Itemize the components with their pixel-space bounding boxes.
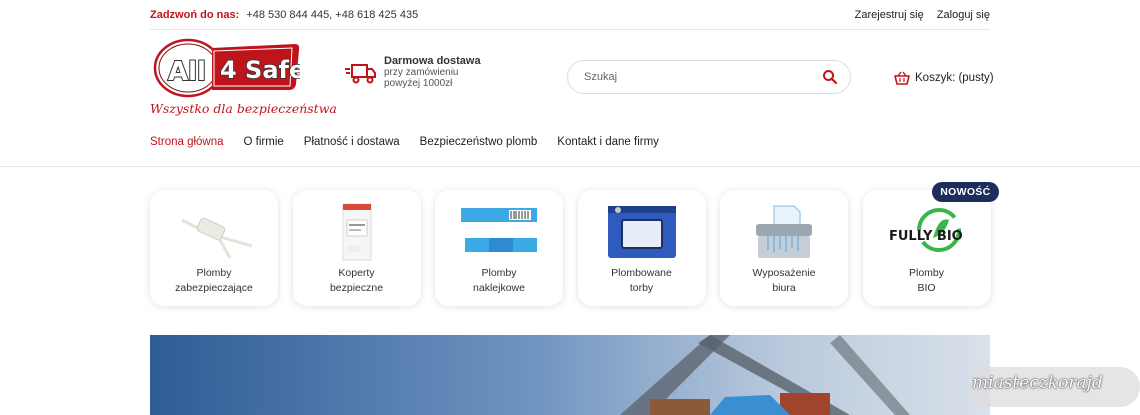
logo-tagline: Wszystko dla bezpieczeństwa [150,101,337,116]
category-security-seals[interactable]: Plomby zabezpieczające [150,190,278,306]
category-tiles: Plomby zabezpieczające Koperty bezpieczn… [150,182,1005,306]
logo-left-text: All [168,57,206,87]
category-label-line2: torby [629,282,654,294]
main-nav: Strona główna O firmie Płatność i dostaw… [150,136,679,148]
category-security-envelopes[interactable]: Koperty bezpieczne [292,190,421,306]
hero-banner-image [150,335,990,415]
free-delivery-info: Darmowa dostawa przy zamówieniu powyżej … [345,56,481,89]
category-label-line2: bezpieczne [329,282,384,294]
category-label-line2: biura [772,282,796,294]
category-label-line2: BIO [917,282,936,294]
cart-button[interactable]: Koszyk: (pusty) [894,71,994,85]
truck-icon [345,64,376,84]
fully-bio-text: FULLY BIO [889,229,963,244]
category-sticker-seals[interactable]: Plomby naklejkowe [435,190,563,306]
search-input[interactable] [584,71,822,83]
category-label-line2: naklejkowe [473,282,525,294]
sealed-bag-image [607,206,676,258]
search-bar [567,60,851,94]
nav-divider [0,166,1140,167]
logo-right-text: 4 Safe [220,56,300,84]
hero-banner[interactable] [150,335,990,415]
delivery-title: Darmowa dostawa [384,55,481,67]
delivery-line1: przy zamówieniu [384,67,459,78]
watermark: miasteczkorajd [968,367,1140,407]
category-label-line1: Plomby [481,267,517,279]
new-badge: NOWOŚĆ [932,182,999,202]
nav-home[interactable]: Strona główna [150,136,224,148]
phone-numbers[interactable]: +48 530 844 445, +48 618 425 435 [246,9,418,21]
shredder-image [756,205,812,258]
delivery-line2: powyżej 1000zł [384,78,453,89]
nav-about[interactable]: O firmie [244,136,284,148]
category-label-line2: zabezpieczające [175,282,253,294]
sticker-seal-image [461,208,537,252]
contact-info: Zadzwoń do nas: +48 530 844 445, +48 618… [150,9,418,21]
logo[interactable]: All 4 Safe Wszystko dla bezpieczeństwa [150,38,337,118]
cable-seal-image [181,217,253,259]
nav-payment-delivery[interactable]: Płatność i dostawa [304,136,400,148]
category-label-line1: Plombowane [611,267,672,279]
basket-icon [894,71,910,85]
register-link[interactable]: Zarejestruj się [855,9,924,21]
top-bar: Zadzwoń do nas: +48 530 844 445, +48 618… [150,0,990,30]
logo-graphic: All 4 Safe [153,38,306,98]
nav-contact[interactable]: Kontakt i dane firmy [557,136,659,148]
category-office-equipment[interactable]: Wyposażenie biura [720,190,848,306]
header: All 4 Safe Wszystko dla bezpieczeństwa D… [0,30,1140,120]
call-label: Zadzwoń do nas: [150,8,240,21]
category-label-line1: Plomby [908,267,944,279]
category-sealed-bags[interactable]: Plombowane torby [577,190,706,306]
category-label-line1: Plomby [196,267,232,279]
category-label-line1: Koperty [338,267,375,279]
search-icon[interactable] [822,69,838,85]
watermark-text: miasteczkorajd [972,373,1103,393]
cart-label: Koszyk: (pusty) [915,72,994,84]
category-label-line1: Wyposażenie [752,267,816,279]
auth-links: Zarejestruj się Zaloguj się [845,9,990,21]
category-bio-seals[interactable]: FULLY BIO Plomby BIO NOWOŚĆ [862,182,999,306]
login-link[interactable]: Zaloguj się [937,9,990,21]
nav-seal-security[interactable]: Bezpieczeństwo plomb [420,136,538,148]
envelope-image [342,203,371,261]
fully-bio-image: FULLY BIO [889,208,963,252]
